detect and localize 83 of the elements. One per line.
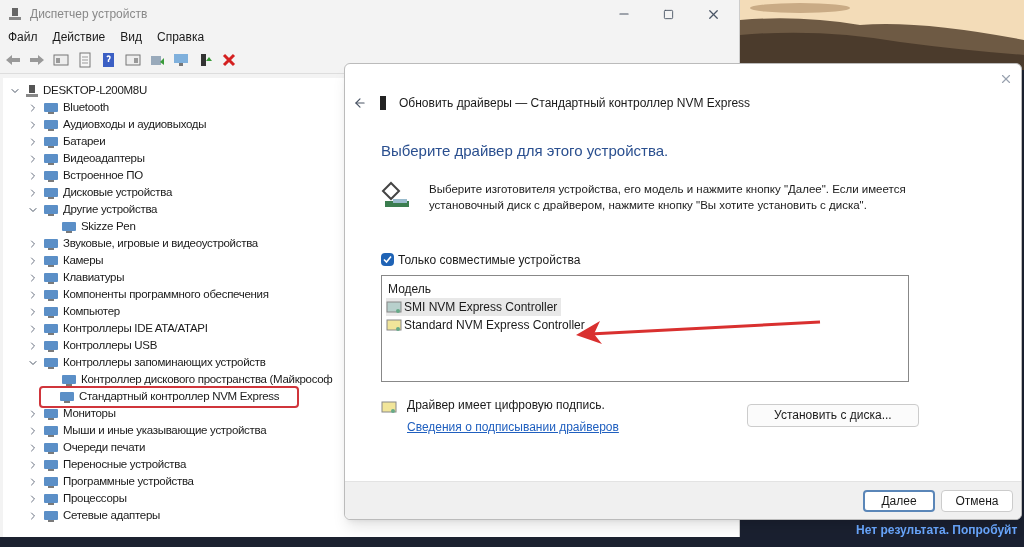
tree-item[interactable]: DESKTOP-L200M8U	[43, 81, 147, 100]
device-icon	[43, 474, 59, 489]
device-icon	[43, 508, 59, 523]
delete-icon[interactable]	[220, 51, 238, 68]
menu-item[interactable]: Вид	[120, 28, 142, 46]
background-text: Нет результата. Попробуйт	[856, 522, 1018, 539]
menu-item[interactable]: Действие	[52, 28, 106, 46]
tree-item[interactable]: Переносные устройства	[63, 455, 187, 474]
computer-icon	[8, 7, 22, 21]
tree-item[interactable]: Клавиатуры	[63, 268, 125, 287]
device-icon	[43, 423, 59, 438]
device-icon	[43, 406, 59, 421]
device-icon	[43, 151, 59, 166]
device-icon	[43, 134, 59, 149]
device-icon	[43, 287, 59, 302]
device-icon	[43, 100, 59, 115]
certificate-icon	[381, 399, 397, 414]
tree-item[interactable]: Контроллер дискового пространства (Майкрософ	[81, 370, 333, 389]
signing-info-link[interactable]: Сведения о подписывании драйверов	[407, 417, 619, 436]
tree-item[interactable]: Контроллеры IDE ATA/ATAPI	[63, 319, 208, 338]
tree-item[interactable]: Очереди печати	[63, 438, 146, 457]
tree-item[interactable]: Звуковые, игровые и видеоустройства	[63, 234, 258, 253]
menu-item[interactable]: Справка	[157, 28, 205, 46]
device-icon	[43, 338, 59, 353]
tree-item[interactable]: Аудиовходы и аудиовыходы	[63, 115, 207, 134]
tree-item[interactable]: Сетевые адаптеры	[63, 506, 160, 525]
checkbox[interactable]	[381, 253, 394, 266]
monitor-icon[interactable]	[172, 51, 190, 68]
tree-item[interactable]: Камеры	[63, 251, 104, 270]
list-item[interactable]: Standard NVM Express Controller	[386, 315, 589, 334]
tree-item[interactable]: Bluetooth	[63, 98, 109, 117]
description-text: Выберите изготовителя устройства, его модель и нажмите кнопку "Далее". Если имеется установочный диск с драйвером, нажмите кнопку "Вы хотите установить с диска".	[429, 181, 907, 213]
device-icon	[43, 202, 59, 217]
tree-item[interactable]: Дисковые устройства	[63, 183, 173, 202]
install-from-disk-button[interactable]: Установить с диска...	[746, 403, 919, 427]
device-icon	[61, 372, 77, 387]
maximize-button[interactable]	[663, 8, 674, 20]
device-icon	[43, 253, 59, 268]
computer-icon	[25, 83, 39, 98]
device-icon	[43, 185, 59, 200]
cancel-button[interactable]: Отмена	[941, 489, 1013, 512]
certificate-icon	[386, 299, 402, 314]
tree-item[interactable]: Компьютер	[63, 302, 120, 321]
device-icon	[43, 321, 59, 336]
tree-item[interactable]: Другие устройства	[63, 200, 158, 219]
device-icon	[43, 491, 59, 506]
menu-item[interactable]: Файл	[8, 28, 38, 46]
tree-item[interactable]: Мыши и иные указывающие устройства	[63, 421, 267, 440]
device-icon	[43, 236, 59, 251]
document-icon[interactable]	[76, 51, 94, 68]
tree-item[interactable]: Контроллеры запоминающих устройств	[63, 353, 266, 372]
tree-item[interactable]: Видеоадаптеры	[63, 149, 145, 168]
next-button[interactable]: Далее	[863, 489, 935, 512]
tree-item[interactable]: Компоненты программного обеспечения	[63, 285, 269, 304]
panel-icon[interactable]	[124, 51, 142, 68]
check-icon	[383, 255, 392, 264]
signature-text: Драйвер имеет цифровую подпись.	[407, 396, 606, 414]
device-icon	[43, 168, 59, 183]
device-icon	[43, 304, 59, 319]
panel-icon[interactable]	[52, 51, 70, 68]
device-icon	[379, 96, 387, 110]
window-title: Диспетчер устройств	[30, 6, 148, 23]
column-header: Модель	[387, 280, 433, 298]
certificate-icon	[386, 317, 402, 332]
list-item[interactable]: SMI NVM Express Controller	[386, 297, 562, 316]
device-icon	[43, 355, 59, 370]
tree-item[interactable]: Мониторы	[63, 404, 116, 423]
checkbox-label: Только совместимые устройства	[398, 251, 581, 269]
device-icon	[43, 440, 59, 455]
tree-item[interactable]: Контроллеры USB	[63, 336, 158, 355]
tree-item[interactable]: Процессоры	[63, 489, 127, 508]
dialog-heading: Выберите драйвер для этого устройства.	[381, 141, 670, 161]
tree-item[interactable]: Батареи	[63, 132, 106, 151]
device-icon	[43, 457, 59, 472]
tree-item[interactable]: Skizze Pen	[81, 217, 136, 236]
device-icon	[61, 219, 77, 234]
device-icon	[43, 117, 59, 132]
device-icon	[43, 270, 59, 285]
back-button[interactable]	[353, 96, 367, 110]
dialog-title: Обновить драйверы — Стандартный контроллер NVM Express	[399, 95, 751, 112]
tree-item[interactable]: Программные устройства	[63, 472, 194, 491]
tree-item[interactable]: Встроенное ПО	[63, 166, 143, 185]
device-icon	[59, 389, 75, 404]
